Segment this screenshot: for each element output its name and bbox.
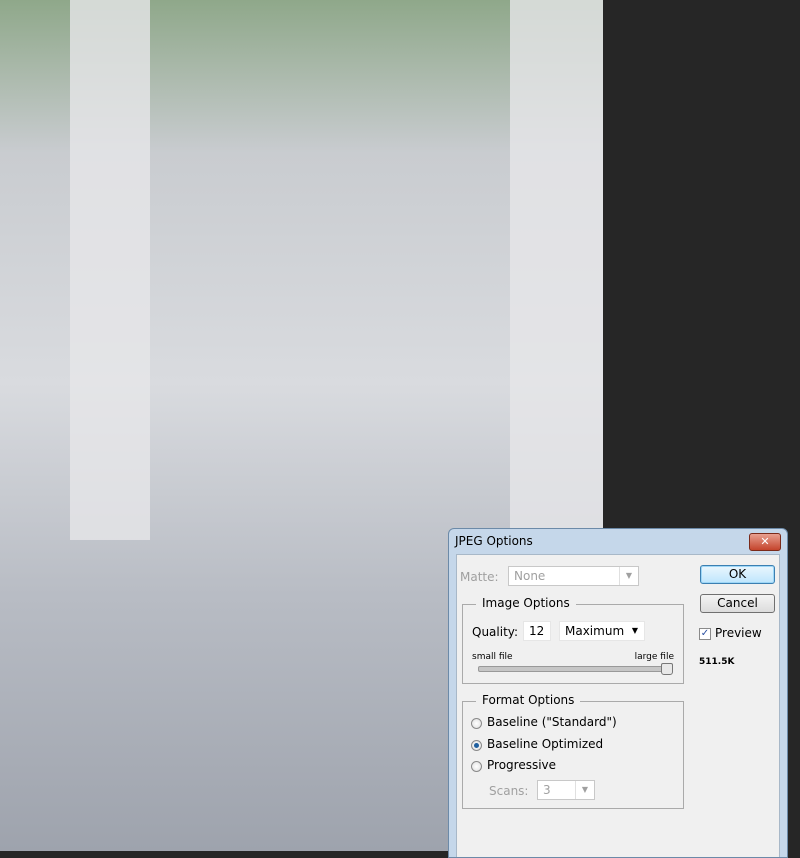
chevron-down-icon: ▼ [631, 626, 639, 635]
title-bar[interactable]: JPEG Options ✕ [449, 529, 787, 553]
format-options-legend: Format Options [476, 693, 581, 707]
matte-value: None [514, 569, 546, 583]
chevron-down-icon: ▼ [619, 567, 638, 585]
radio-button[interactable] [471, 761, 482, 772]
cancel-button[interactable]: Cancel [700, 594, 775, 613]
chevron-down-icon: ▼ [575, 781, 594, 799]
large-file-label: large file [634, 652, 674, 662]
scans-label: Scans: [489, 784, 529, 798]
quality-label: Quality: [472, 625, 519, 639]
radio-button[interactable] [471, 718, 482, 729]
matte-select[interactable]: None ▼ [508, 566, 639, 586]
ok-button[interactable]: OK [700, 565, 775, 584]
quality-input[interactable]: 12 [523, 621, 551, 641]
jpeg-options-dialog: JPEG Options ✕ Matte: None ▼ Image Optio… [448, 528, 788, 858]
dialog-title: JPEG Options [455, 534, 533, 548]
quality-slider-thumb[interactable] [661, 663, 673, 675]
option-label: Baseline Optimized [487, 737, 604, 751]
option-label: Progressive [487, 758, 557, 772]
image-options-legend: Image Options [476, 596, 576, 610]
close-button[interactable]: ✕ [749, 533, 781, 551]
option-label: Baseline ("Standard") [487, 715, 617, 729]
small-file-label: small file [472, 652, 513, 662]
format-options-group: Format Options Baseline ("Standard") Bas… [462, 693, 684, 809]
quality-preset-select[interactable]: Maximum ▼ [559, 621, 645, 641]
matte-label: Matte: [460, 570, 499, 584]
quality-preset-value: Maximum [565, 624, 625, 638]
preview-label: Preview [715, 626, 762, 640]
file-size: 511.5K [699, 657, 735, 667]
image-options-group: Image Options Quality: 12 Maximum ▼ smal… [462, 596, 684, 684]
quality-slider[interactable] [478, 666, 670, 672]
scans-value: 3 [543, 783, 551, 797]
scans-select[interactable]: 3 ▼ [537, 780, 595, 800]
preview-checkbox[interactable]: ✓ [699, 628, 711, 640]
radio-button[interactable] [471, 740, 482, 751]
